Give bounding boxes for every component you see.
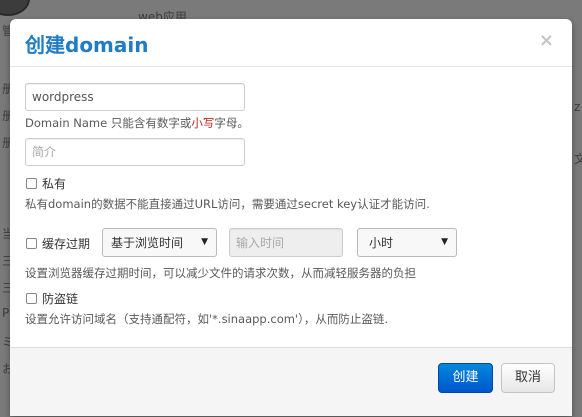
private-label: 私有 (42, 177, 67, 191)
cache-mode-value: 基于浏览时间 (111, 236, 184, 250)
dialog-header: 创建domain × (10, 19, 572, 67)
cache-label: 缓存过期 (42, 237, 91, 251)
domain-help-emphasis: 小写 (191, 116, 215, 130)
create-button[interactable]: 创建 (438, 363, 493, 393)
cancel-button[interactable]: 取消 (501, 363, 555, 393)
background-avatar (0, 0, 30, 16)
hotlink-label: 防盗链 (42, 292, 79, 306)
chevron-down-icon: ▼ (441, 237, 448, 247)
domain-name-input[interactable] (25, 83, 245, 111)
private-checkbox[interactable] (26, 178, 37, 189)
cache-help: 设置浏览器缓存过期时间，可以减少文件的请求次数，从而减轻服务器的负担 (25, 266, 416, 280)
dialog-body: Domain Name 只能含有数字或小写字母。 私有 私有domain的数据不… (10, 67, 572, 347)
close-icon[interactable]: × (539, 30, 554, 51)
hotlink-checkbox[interactable] (26, 293, 37, 304)
background-right-text: z (574, 100, 581, 114)
dialog-title: 创建domain (25, 33, 149, 57)
chevron-down-icon: ▼ (201, 237, 208, 247)
hotlink-help: 设置允许访问域名（支持通配符，如'*.sinaapp.com'），从而防止盗链. (25, 312, 389, 326)
cache-unit-value: 小时 (369, 236, 394, 250)
private-help: 私有domain的数据不能直接通过URL访问，需要通过secret key认证才… (25, 197, 430, 211)
cache-checkbox[interactable] (26, 238, 37, 249)
create-domain-dialog: 创建domain × Domain Name 只能含有数字或小写字母。 私有 私… (10, 19, 572, 416)
cache-unit-select[interactable]: 小时 ▼ (357, 228, 457, 257)
dialog-footer: 创建 取消 (10, 347, 572, 416)
cache-mode-select[interactable]: 基于浏览时间 ▼ (102, 228, 217, 257)
domain-name-help: Domain Name 只能含有数字或小写字母。 (25, 116, 249, 130)
description-input[interactable] (25, 138, 245, 166)
background-right-text: 文 (574, 152, 582, 166)
cache-time-input[interactable] (229, 228, 343, 257)
